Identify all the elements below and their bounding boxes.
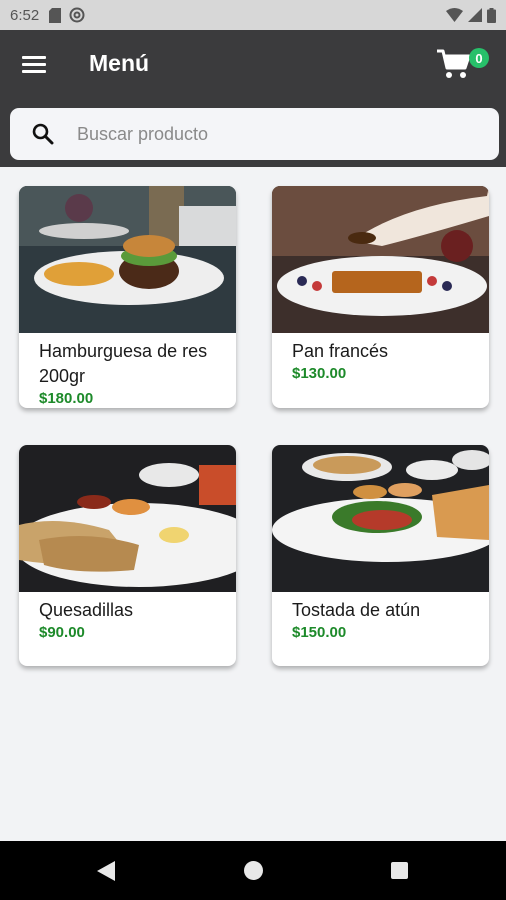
search-icon: [32, 123, 54, 145]
cart-icon: [437, 49, 471, 78]
product-name: Hamburguesa de res 200gr: [39, 341, 208, 386]
search-input[interactable]: [77, 108, 499, 160]
product-name: Quesadillas: [39, 600, 134, 620]
search-bar[interactable]: [10, 108, 499, 160]
product-info: Tostada de atún $150.00: [272, 592, 489, 643]
product-info: Quesadillas $90.00: [19, 592, 236, 643]
status-system-icons: [446, 7, 496, 23]
cart-button[interactable]: 0: [436, 44, 494, 84]
product-image: [19, 186, 236, 333]
back-icon[interactable]: [97, 861, 115, 881]
product-image: [272, 445, 489, 592]
product-card[interactable]: Hamburguesa de res 200gr $180.00: [19, 186, 236, 408]
menu-icon[interactable]: [22, 51, 48, 77]
status-time: 6:52: [10, 6, 40, 24]
product-info: Pan francés $130.00: [272, 333, 489, 384]
product-price: $150.00: [292, 624, 347, 641]
product-name: Pan francés: [292, 341, 389, 361]
product-image: [19, 445, 236, 592]
sync-icon: [69, 7, 85, 23]
product-price: $130.00: [292, 365, 347, 382]
product-card[interactable]: Pan francés $130.00: [272, 186, 489, 408]
product-name: Tostada de atún: [292, 600, 421, 620]
cell-signal-icon: [468, 8, 482, 22]
battery-icon: [487, 7, 496, 23]
sd-card-icon: [49, 7, 62, 23]
status-bar: 6:52: [0, 0, 506, 30]
product-card[interactable]: Quesadillas $90.00: [19, 445, 236, 666]
page-title: Menú: [89, 50, 150, 76]
product-image: [272, 186, 489, 333]
wifi-icon: [446, 8, 463, 22]
status-notification-icons: [49, 7, 85, 23]
system-nav-bar: [0, 841, 506, 900]
product-info: Hamburguesa de res 200gr $180.00: [19, 333, 236, 408]
home-icon[interactable]: [244, 861, 263, 880]
cart-count-badge: 0: [469, 48, 489, 68]
product-card[interactable]: Tostada de atún $150.00: [272, 445, 489, 666]
product-price: $90.00: [39, 624, 85, 641]
product-price: $180.00: [39, 390, 94, 407]
app-bar: Menú 0: [0, 30, 506, 167]
recents-icon[interactable]: [391, 862, 408, 879]
